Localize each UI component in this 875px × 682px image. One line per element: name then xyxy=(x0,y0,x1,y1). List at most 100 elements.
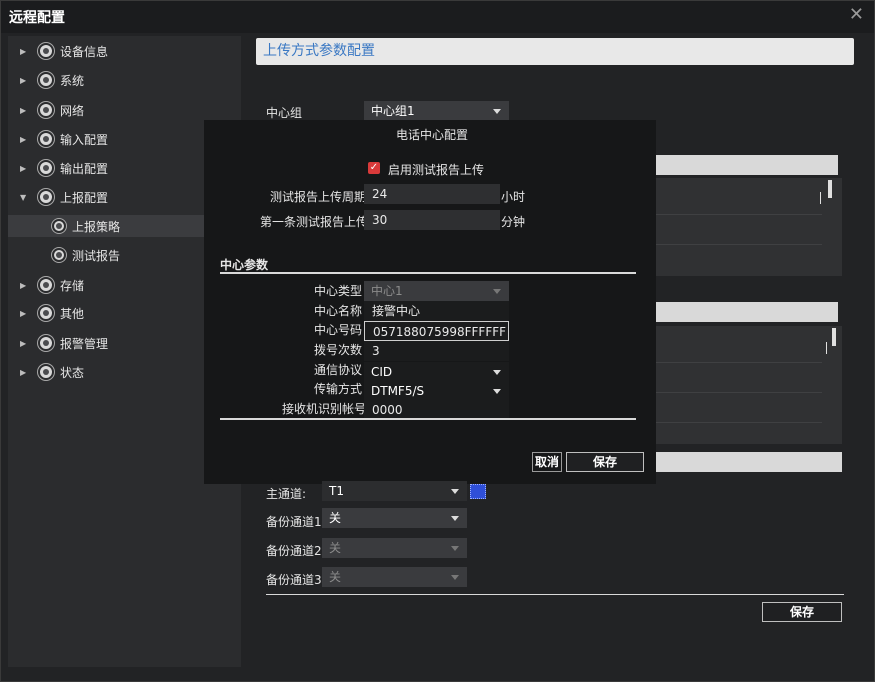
protocol-value: CID xyxy=(371,365,393,379)
test-period-unit: 小时 xyxy=(501,190,526,204)
receiver-account-label: 接收机识别帐号 xyxy=(282,402,367,416)
gear-icon xyxy=(38,305,54,321)
center-name-input[interactable]: 接警中心 xyxy=(364,301,509,321)
first-report-label: 第一条测试报告上传 xyxy=(260,215,369,229)
chevron-down-icon xyxy=(451,516,459,521)
cancel-button[interactable]: 取消 xyxy=(532,452,562,472)
dialog-save-button[interactable]: 保存 xyxy=(566,452,644,472)
receiver-account-input[interactable]: 0000 xyxy=(364,400,509,420)
list-panel-1 xyxy=(656,178,842,276)
chevron-down-icon xyxy=(493,289,501,294)
list-row xyxy=(656,362,822,363)
gear-icon xyxy=(38,43,54,59)
list-row xyxy=(656,392,822,393)
chevron-down-icon xyxy=(493,389,501,394)
sidebar-item-network[interactable]: ▶ 网络 xyxy=(8,99,241,121)
backup-channel-2-select: 关 xyxy=(322,538,467,558)
gear-icon xyxy=(38,189,54,205)
gear-icon xyxy=(38,160,54,176)
list-header-1 xyxy=(656,155,838,175)
center-number-label: 中心号码 xyxy=(314,323,363,337)
list-header-2 xyxy=(656,302,838,322)
sidebar-item-label: 测试报告 xyxy=(72,248,121,263)
list-header-3 xyxy=(656,452,842,472)
transport-label: 传输方式 xyxy=(314,382,363,396)
phone-center-config-dialog: 电话中心配置 ✓ 启用测试报告上传 测试报告上传周期 24 小时 第一条测试报告… xyxy=(204,120,656,484)
dialog-title: 电话中心配置 xyxy=(396,128,469,142)
close-icon[interactable]: ✕ xyxy=(849,5,864,25)
sidebar-item-label: 系统 xyxy=(60,73,85,88)
sidebar-item-label: 输入配置 xyxy=(60,132,109,147)
transport-value: DTMF5/S xyxy=(371,384,425,398)
chevron-right-icon: ▶ xyxy=(20,163,27,173)
save-button[interactable]: 保存 xyxy=(762,602,842,622)
main-channel-value: T1 xyxy=(329,484,344,498)
protocol-label: 通信协议 xyxy=(314,363,363,377)
main-channel-config-icon[interactable] xyxy=(470,484,486,499)
list-row xyxy=(656,214,822,215)
sidebar-item-label: 存储 xyxy=(60,278,85,293)
chevron-right-icon: ▶ xyxy=(20,367,27,377)
sidebar-item-device-info[interactable]: ▶ 设备信息 xyxy=(8,40,241,62)
transport-select[interactable]: DTMF5/S xyxy=(364,381,509,401)
first-report-input[interactable]: 30 xyxy=(364,210,500,230)
enable-test-report-label: 启用测试报告上传 xyxy=(388,163,485,177)
chevron-right-icon: ▶ xyxy=(20,308,27,318)
center-group-label: 中心组 xyxy=(266,106,303,120)
chevron-down-icon xyxy=(493,109,501,114)
main-channel-select[interactable]: T1 xyxy=(322,481,467,501)
first-report-unit: 分钟 xyxy=(501,215,526,229)
center-type-value: 中心1 xyxy=(371,284,403,298)
chevron-right-icon: ▶ xyxy=(20,134,27,144)
main-channel-label: 主通道: xyxy=(266,487,307,501)
sidebar-item-label: 输出配置 xyxy=(60,161,109,176)
center-params-heading: 中心参数 xyxy=(220,258,269,272)
chevron-down-icon xyxy=(493,370,501,375)
scrollbar[interactable] xyxy=(828,180,832,198)
protocol-select[interactable]: CID xyxy=(364,362,509,382)
center-name-label: 中心名称 xyxy=(314,304,363,318)
backup-channel-3-select: 关 xyxy=(322,567,467,587)
backup-channel-2-label: 备份通道2 xyxy=(266,544,322,558)
list-row xyxy=(656,244,822,245)
enable-test-report-checkbox[interactable]: ✓ xyxy=(368,162,380,174)
dial-times-input[interactable]: 3 xyxy=(364,341,509,361)
sidebar-item-label: 网络 xyxy=(60,103,85,118)
backup-channel-3-value: 关 xyxy=(329,570,342,584)
chevron-right-icon: ▶ xyxy=(20,75,27,85)
test-period-input[interactable]: 24 xyxy=(364,184,500,204)
sidebar-item-label: 上报配置 xyxy=(60,190,109,205)
gear-icon xyxy=(38,364,54,380)
gear-icon xyxy=(38,72,54,88)
gear-icon xyxy=(38,277,54,293)
test-period-label: 测试报告上传周期 xyxy=(270,190,367,204)
sidebar-item-label: 上报策略 xyxy=(72,219,121,234)
backup-channel-2-value: 关 xyxy=(329,541,342,555)
chevron-right-icon: ▶ xyxy=(20,338,27,348)
window-title: 远程配置 xyxy=(9,10,65,26)
section-title: 上传方式参数配置 xyxy=(256,38,854,65)
dial-times-label: 拨号次数 xyxy=(314,343,363,357)
gear-icon xyxy=(38,102,54,118)
title-bar: 远程配置 ✕ xyxy=(1,1,874,33)
scrollbar[interactable] xyxy=(832,328,836,346)
chevron-right-icon: ▶ xyxy=(20,280,27,290)
sidebar-item-label: 其他 xyxy=(60,306,85,321)
list-row xyxy=(656,422,822,423)
gear-icon xyxy=(52,248,66,262)
gear-icon xyxy=(52,219,66,233)
backup-channel-1-select[interactable]: 关 xyxy=(322,508,467,528)
divider xyxy=(220,272,636,274)
backup-channel-1-value: 关 xyxy=(329,511,342,525)
center-group-select[interactable]: 中心组1 xyxy=(364,101,509,121)
chevron-down-icon xyxy=(451,575,459,580)
chevron-down-icon xyxy=(451,546,459,551)
center-type-select: 中心1 xyxy=(364,281,509,301)
list-cursor xyxy=(826,342,827,354)
list-panel-2 xyxy=(656,326,842,444)
sidebar-item-system[interactable]: ▶ 系统 xyxy=(8,69,241,91)
center-number-input[interactable]: 057188075998FFFFFF xyxy=(364,321,509,341)
backup-channel-1-label: 备份通道1 xyxy=(266,515,322,529)
sidebar-item-label: 设备信息 xyxy=(60,44,109,59)
backup-channel-3-label: 备份通道3 xyxy=(266,573,322,587)
